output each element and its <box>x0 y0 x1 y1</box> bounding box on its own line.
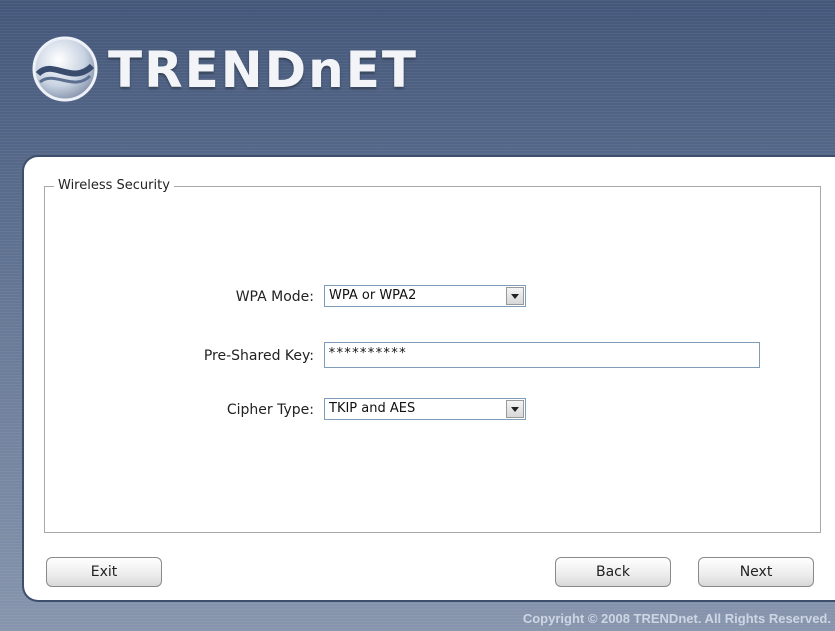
dropdown-arrow-icon[interactable] <box>506 400 524 418</box>
psk-input[interactable]: ********** <box>324 342 760 368</box>
cipher-type-select[interactable]: TKIP and AES <box>324 398 526 420</box>
psk-label: Pre-Shared Key: <box>203 348 314 364</box>
wpa-mode-select[interactable]: WPA or WPA2 <box>324 285 526 307</box>
wpa-mode-value: WPA or WPA2 <box>329 288 417 303</box>
back-button[interactable]: Back <box>555 557 671 587</box>
dropdown-arrow-icon[interactable] <box>506 287 524 305</box>
cipher-type-value: TKIP and AES <box>329 401 416 416</box>
brand-logo: TRENDnET <box>108 41 418 99</box>
app-frame: TRENDnET Wireless Security WPA Mode: WPA… <box>0 0 835 631</box>
wpa-mode-label: WPA Mode: <box>235 289 314 305</box>
copyright-footer: Copyright © 2008 TRENDnet. All Rights Re… <box>522 611 831 626</box>
cipher-type-label: Cipher Type: <box>226 402 314 418</box>
group-title: Wireless Security <box>54 177 174 195</box>
header: TRENDnET <box>0 0 835 150</box>
exit-button[interactable]: Exit <box>46 557 162 587</box>
next-button[interactable]: Next <box>698 557 814 587</box>
trendnet-globe-icon <box>32 36 98 102</box>
